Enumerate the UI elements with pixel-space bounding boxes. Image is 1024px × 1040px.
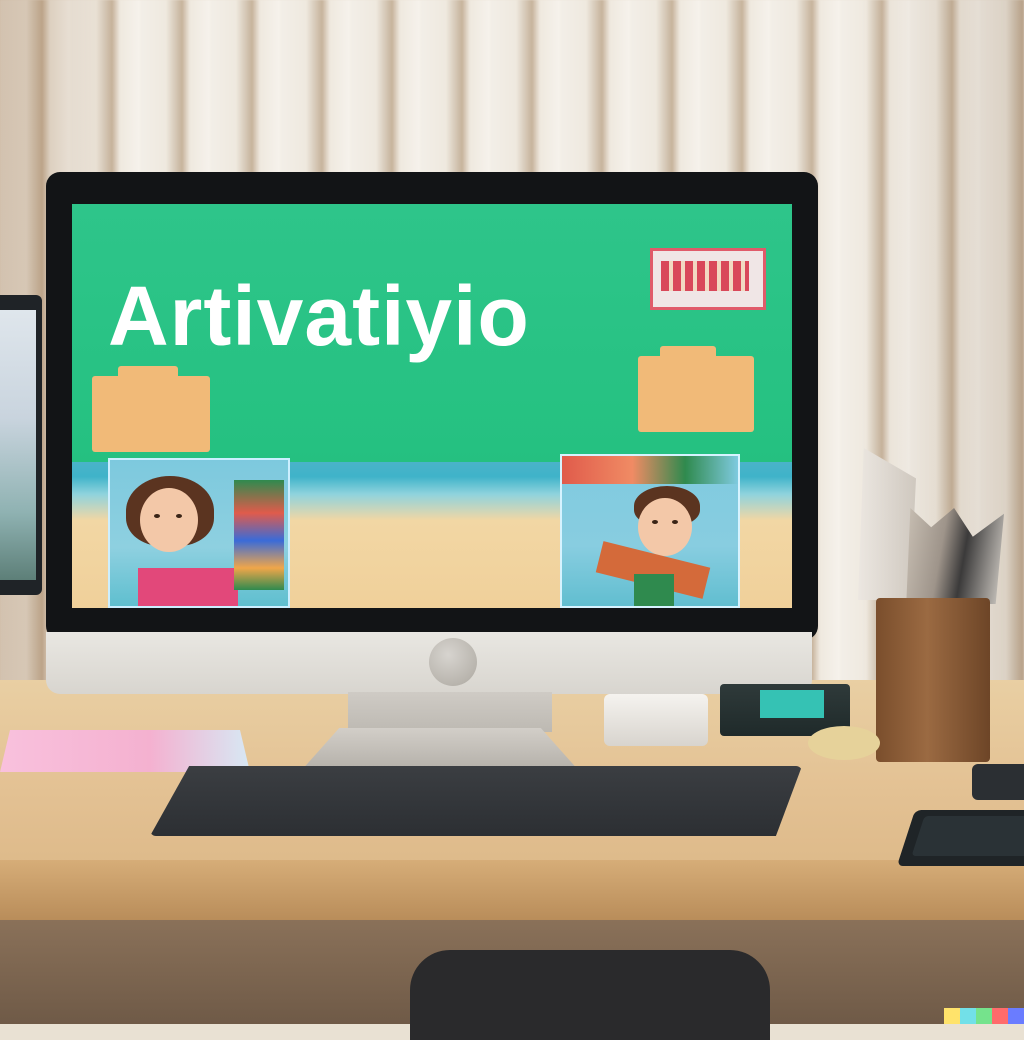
portrait-face	[140, 488, 198, 552]
portrait-decoration	[234, 480, 284, 590]
monitor-stand-neck	[348, 692, 552, 732]
tablet-screen	[911, 816, 1024, 856]
phone	[972, 764, 1024, 800]
pencil-cup	[876, 598, 990, 762]
chair-back	[410, 950, 770, 1040]
keyboard[interactable]	[150, 766, 802, 836]
monitor-stand-foot	[300, 728, 580, 772]
coaster	[808, 726, 880, 760]
side-monitor-screen	[0, 310, 36, 580]
folder-icon-right[interactable]	[638, 356, 754, 432]
portrait-eye	[176, 514, 182, 518]
screen-title: Artivatiyio	[108, 269, 530, 363]
portrait-eye	[672, 520, 678, 524]
portrait-shirt	[138, 568, 238, 606]
notebook	[0, 730, 250, 772]
portrait-shirt	[634, 574, 674, 606]
portrait-card-left[interactable]	[108, 458, 290, 608]
portrait-eye	[154, 514, 160, 518]
portrait-face	[638, 498, 692, 556]
desk-edge	[0, 860, 1024, 920]
desk-box-lid	[760, 690, 824, 718]
card-header-stripe	[562, 456, 738, 484]
sign-badge-pattern	[661, 261, 749, 291]
portrait-card-right[interactable]	[560, 454, 740, 608]
monitor-logo-icon	[429, 638, 477, 686]
sign-badge	[650, 248, 766, 310]
monitor-screen[interactable]: Artivatiyio	[72, 204, 792, 608]
portrait-eye	[652, 520, 658, 524]
folder-icon-left[interactable]	[92, 376, 210, 452]
color-watermark	[944, 1008, 1024, 1024]
speaker	[604, 694, 708, 746]
